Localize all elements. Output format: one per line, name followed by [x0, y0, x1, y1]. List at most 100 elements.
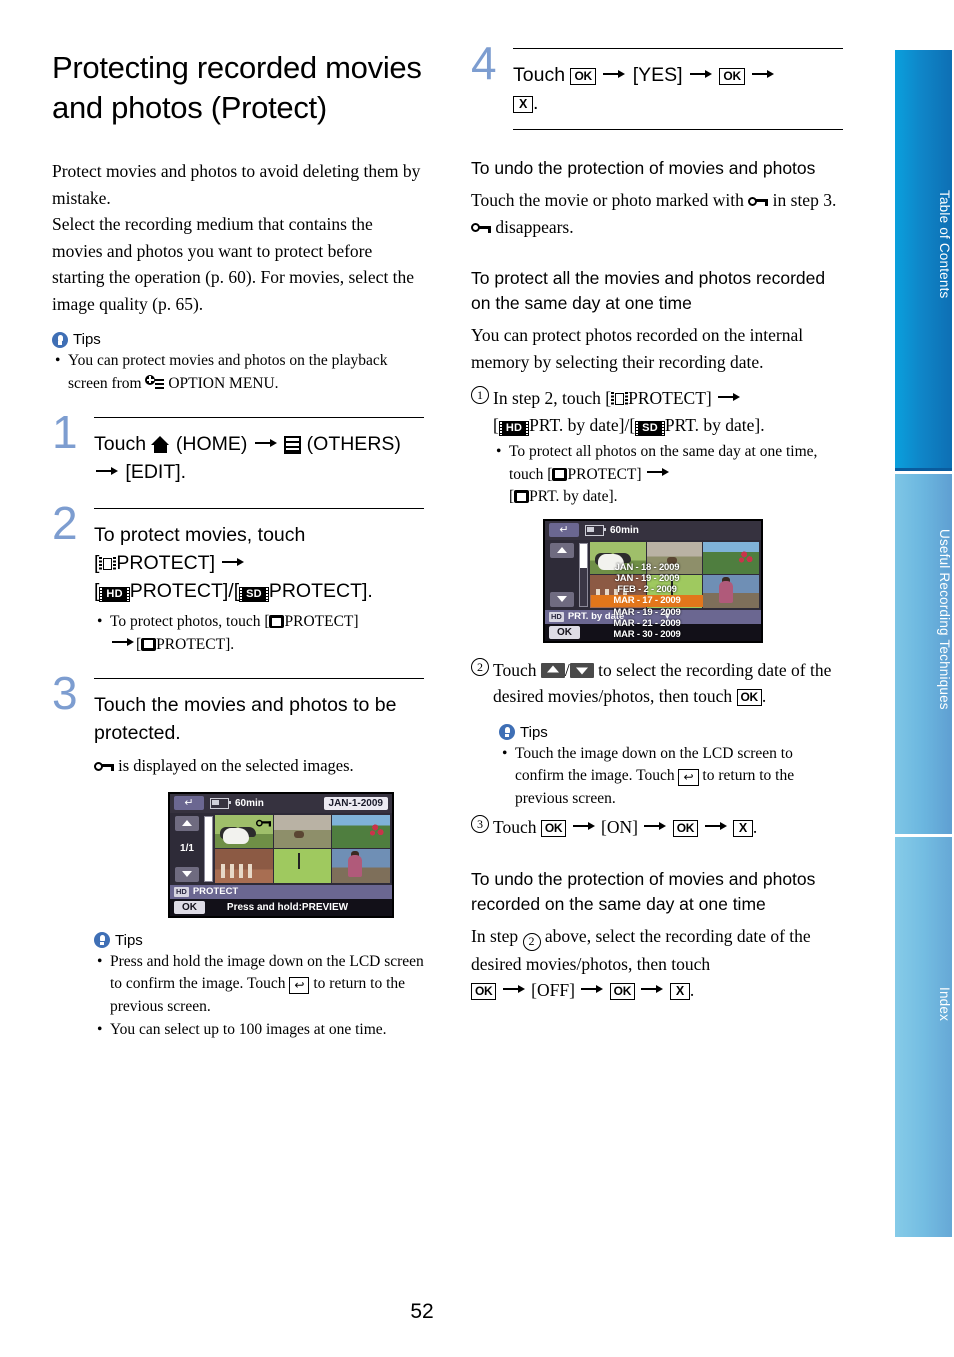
sub-text-a: To protect photos, touch [: [110, 613, 270, 630]
step2-period: .: [761, 686, 767, 706]
battery-icon: [585, 524, 606, 536]
thumbnail[interactable]: [332, 849, 390, 883]
step3-on: [ON]: [601, 817, 638, 837]
back-arrow-icon[interactable]: [174, 796, 204, 810]
lightbulb-icon: [94, 932, 110, 948]
sub-text-b: PROTECT]: [567, 465, 642, 483]
option-menu-icon: [145, 374, 165, 390]
date-item[interactable]: JAN - 19 - 2009: [591, 573, 703, 584]
status-label: PROTECT: [192, 886, 239, 897]
list-item: Touch the image down on the LCD screen t…: [499, 743, 843, 811]
scrollbar[interactable]: [579, 542, 588, 607]
protect-all-step-1: 1 In step 2, touch [PROTECT] [HD PRT. by …: [471, 385, 843, 509]
step-text: Touch (HOME) (OTHERS) [EDIT].: [94, 430, 424, 486]
undo-all-text-b: above, select the recording date of the …: [471, 925, 811, 974]
ok-button[interactable]: OK: [549, 625, 580, 639]
hd-badge: HD: [498, 420, 530, 436]
right-column: 4 Touch OK [YES] OK X. To undo the prote…: [471, 40, 843, 1004]
close-button-icon: X: [732, 820, 753, 837]
step-divider: [513, 129, 843, 130]
lcd-top-bar: 60min JAN-1-2009: [170, 793, 392, 813]
list-item: To protect photos, touch [PROTECT] [PROT…: [94, 611, 424, 656]
sub-text-d: PROTECT].: [156, 635, 235, 653]
close-button-icon: X: [669, 983, 690, 1000]
home-icon: [151, 436, 170, 453]
step-1: 1 Touch (HOME) (OTHERS) [EDIT].: [52, 409, 424, 486]
back-arrow-icon[interactable]: [549, 523, 579, 537]
hd-badge: HD: [549, 611, 564, 622]
ok-button-icon: OK: [609, 983, 636, 1000]
lcd-status-bar: HD PROTECT: [170, 884, 392, 899]
sidebar-item-index[interactable]: Index: [895, 837, 952, 1237]
hd-badge: HD: [99, 587, 130, 602]
date-item-selected[interactable]: MAR - 17 - 2009: [591, 595, 703, 607]
arrow-icon: [96, 466, 118, 476]
tips-list: You can protect movies and photos on the…: [52, 350, 424, 395]
battery-time: 60min: [235, 797, 264, 809]
sidebar-item-useful-recording-techniques[interactable]: Useful Recording Techniques: [895, 474, 952, 834]
tab-label: Index: [937, 987, 952, 1022]
date-item[interactable]: MAR - 21 - 2009: [591, 618, 703, 629]
date-item[interactable]: JAN - 18 - 2009: [591, 562, 703, 573]
step-marker: 1: [471, 386, 489, 404]
thumbnail[interactable]: [703, 541, 759, 574]
thumbnail[interactable]: [332, 814, 390, 848]
list-item: You can select up to 100 images at one t…: [94, 1019, 424, 1042]
page-title: Protecting recorded movies and photos (P…: [52, 50, 422, 125]
sd-badge: SD: [635, 420, 665, 436]
step-2: 2 To protect movies, touch [PROTECT] [HD…: [52, 500, 424, 656]
step4-yes: [YES]: [632, 64, 683, 86]
arrow-icon: [644, 821, 667, 831]
thumbnail[interactable]: [273, 849, 332, 883]
scroll-down-button[interactable]: [550, 591, 574, 607]
intro-paragraph-1: Protect movies and photos to avoid delet…: [52, 161, 421, 208]
protect-all-intro: You can protect photos recorded on the i…: [471, 325, 804, 372]
tab-label: Table of Contents: [937, 190, 952, 299]
date-item[interactable]: FEB - 2 - 2009: [591, 584, 703, 595]
key-icon: [748, 196, 769, 207]
date-item[interactable]: MAR - 30 - 2009: [591, 629, 703, 640]
scroll-up-button[interactable]: [175, 815, 199, 831]
step1-others-label: (OTHERS): [306, 433, 401, 455]
step1-text-e: PRT. by date].: [664, 414, 765, 435]
lightbulb-icon: [499, 724, 515, 740]
undo-all-text-a: In step: [471, 925, 519, 946]
scrollbar[interactable]: [204, 815, 213, 882]
return-key-icon: ↩: [289, 977, 310, 994]
lcd-thumbnail-area: 1/1: [170, 813, 392, 885]
scroll-down-button[interactable]: [175, 866, 199, 882]
lcd-screen-thumbnails: 60min JAN-1-2009 1/1: [168, 791, 394, 918]
arrow-icon: [641, 984, 664, 994]
step-4: 4 Touch OK [YES] OK X.: [471, 40, 843, 117]
thumbnail[interactable]: [273, 814, 332, 848]
tips-list: Touch the image down on the LCD screen t…: [499, 743, 843, 811]
left-column: Protecting recorded movies and photos (P…: [52, 48, 424, 1043]
arrow-icon: [572, 821, 595, 831]
thumbnail[interactable]: [703, 575, 759, 608]
sub-text-d: PRT. by date].: [529, 488, 618, 505]
page-number: 52: [410, 1300, 434, 1323]
list-item: Press and hold the image down on the LCD…: [94, 951, 424, 1019]
step1-touch: Touch: [94, 433, 147, 455]
scroll-up-button[interactable]: [550, 542, 574, 558]
step2-protect-1: PROTECT]: [116, 552, 216, 574]
lcd-nav-column: 1/1: [170, 813, 204, 885]
battery-icon: [210, 797, 231, 809]
step-text: Touch the movies and photos to be protec…: [94, 694, 397, 744]
thumbnail[interactable]: [215, 814, 273, 848]
ok-button[interactable]: OK: [174, 900, 205, 914]
list-item: To protect all photos on the same day at…: [493, 441, 843, 509]
arrow-icon: [690, 69, 712, 79]
tip-text-a: You can select up to 100 images at one t…: [110, 1021, 387, 1038]
date-item[interactable]: MAR - 19 - 2009: [591, 607, 703, 618]
tip-text-after: OPTION MENU.: [168, 374, 279, 392]
arrow-icon: [704, 821, 727, 831]
sidebar-item-table-of-contents[interactable]: Table of Contents: [895, 50, 952, 471]
step2-protect-hd: PROTECT]/[: [129, 580, 240, 602]
tips-header: Tips: [52, 331, 424, 348]
thumbnail[interactable]: [215, 849, 273, 883]
step-number: 3: [52, 667, 78, 719]
photo-protect-icon: [514, 490, 530, 503]
lcd-screen-date-list: 60min JAN - 18 - 2009 JA: [543, 518, 763, 643]
ok-button-icon: OK: [570, 68, 596, 85]
